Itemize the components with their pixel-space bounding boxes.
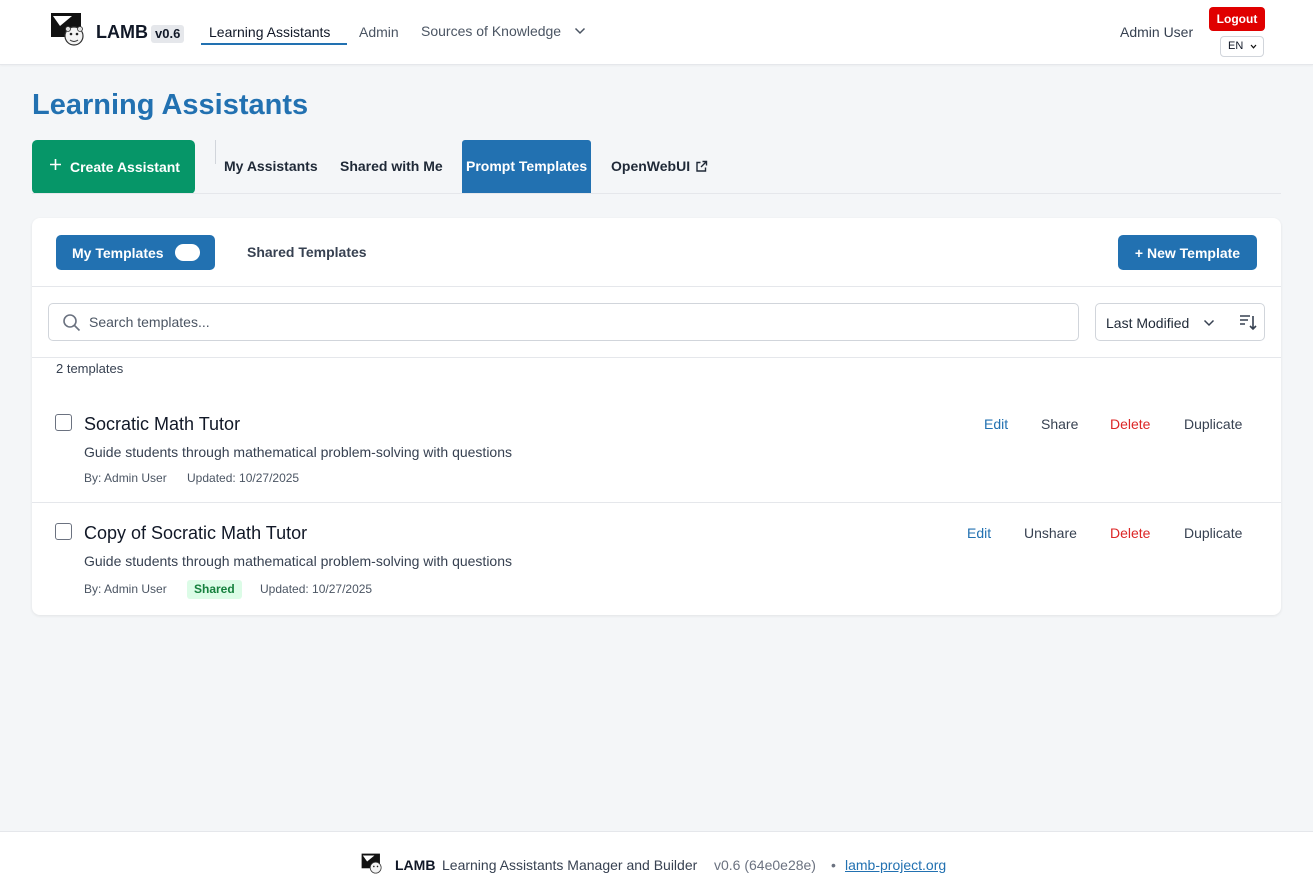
panel-divider: [32, 357, 1281, 358]
tab-my-assistants[interactable]: My Assistants: [224, 158, 318, 174]
edit-button[interactable]: Edit: [967, 525, 991, 541]
footer-version: v0.6 (64e0e28e): [714, 857, 816, 873]
my-templates-toggle[interactable]: [175, 244, 200, 261]
page-title: Learning Assistants: [32, 89, 309, 121]
template-title[interactable]: Copy of Socratic Math Tutor: [84, 523, 307, 544]
duplicate-button[interactable]: Duplicate: [1184, 416, 1242, 432]
footer-brand: LAMB: [395, 857, 436, 873]
search-icon: [63, 314, 81, 332]
tab-shared-with-me[interactable]: Shared with Me: [340, 158, 443, 174]
template-author: By: Admin User: [84, 471, 167, 485]
nav-admin[interactable]: Admin: [359, 24, 399, 40]
logout-button[interactable]: Logout: [1209, 7, 1265, 31]
new-template-button[interactable]: + New Template: [1118, 235, 1257, 270]
unshare-button[interactable]: Unshare: [1024, 525, 1077, 541]
tab-divider: [215, 140, 216, 164]
row-divider: [32, 502, 1281, 503]
version-badge: v0.6: [151, 25, 185, 43]
plus-icon: [50, 159, 61, 170]
tab-openwebui[interactable]: OpenWebUI: [611, 158, 690, 174]
create-assistant-label: Create Assistant: [70, 159, 180, 175]
active-nav-underline: [201, 43, 347, 45]
lamb-logo-icon[interactable]: [50, 12, 86, 48]
nav-sources-of-knowledge[interactable]: Sources of Knowledge: [421, 23, 561, 39]
templates-panel: My Templates Shared Templates + New Temp…: [32, 218, 1281, 615]
search-box[interactable]: [48, 303, 1079, 341]
chevron-down-icon: [1250, 44, 1257, 49]
share-button[interactable]: Share: [1041, 416, 1078, 432]
edit-button[interactable]: Edit: [984, 416, 1008, 432]
tabs-divider: [32, 193, 1281, 194]
template-description: Guide students through mathematical prob…: [84, 444, 513, 460]
delete-button[interactable]: Delete: [1110, 525, 1150, 541]
search-input[interactable]: [89, 312, 1049, 332]
language-value: EN: [1228, 40, 1244, 52]
brand-name[interactable]: LAMB: [96, 22, 148, 43]
template-title[interactable]: Socratic Math Tutor: [84, 414, 240, 435]
footer: LAMB Learning Assistants Manager and Bui…: [0, 831, 1313, 896]
panel-divider: [32, 286, 1281, 287]
template-updated: Updated: 10/27/2025: [260, 582, 373, 596]
sort-select-value: Last Modified: [1106, 315, 1190, 331]
shared-templates-tab[interactable]: Shared Templates: [247, 244, 367, 260]
duplicate-button[interactable]: Duplicate: [1184, 525, 1242, 541]
lamb-logo-icon: [361, 853, 382, 874]
footer-separator: •: [831, 857, 836, 873]
footer-project-link[interactable]: lamb-project.org: [845, 857, 946, 873]
template-count: 2 templates: [56, 361, 124, 376]
my-templates-label: My Templates: [72, 245, 164, 261]
template-checkbox[interactable]: [55, 414, 72, 431]
footer-description: Learning Assistants Manager and Builder: [442, 857, 698, 873]
sort-select[interactable]: Last Modified: [1095, 303, 1265, 341]
shared-badge: Shared: [187, 580, 242, 599]
tab-prompt-templates-label[interactable]: Prompt Templates: [466, 158, 587, 174]
language-select[interactable]: EN: [1220, 36, 1264, 57]
template-author: By: Admin User: [84, 582, 167, 596]
chevron-down-icon[interactable]: [574, 26, 586, 36]
my-templates-button[interactable]: My Templates: [56, 235, 215, 270]
chevron-down-icon: [1203, 319, 1215, 327]
user-name: Admin User: [1120, 24, 1194, 40]
template-updated: Updated: 10/27/2025: [187, 471, 300, 485]
delete-button[interactable]: Delete: [1110, 416, 1150, 432]
template-checkbox[interactable]: [55, 523, 72, 540]
external-link-icon[interactable]: [695, 160, 708, 173]
template-description: Guide students through mathematical prob…: [84, 553, 513, 569]
nav-learning-assistants[interactable]: Learning Assistants: [209, 24, 330, 40]
create-assistant-button[interactable]: Create Assistant: [32, 140, 195, 194]
top-navigation-bar: LAMB v0.6 Learning Assistants Admin Sour…: [0, 0, 1313, 65]
sort-descending-icon[interactable]: [1238, 313, 1257, 331]
